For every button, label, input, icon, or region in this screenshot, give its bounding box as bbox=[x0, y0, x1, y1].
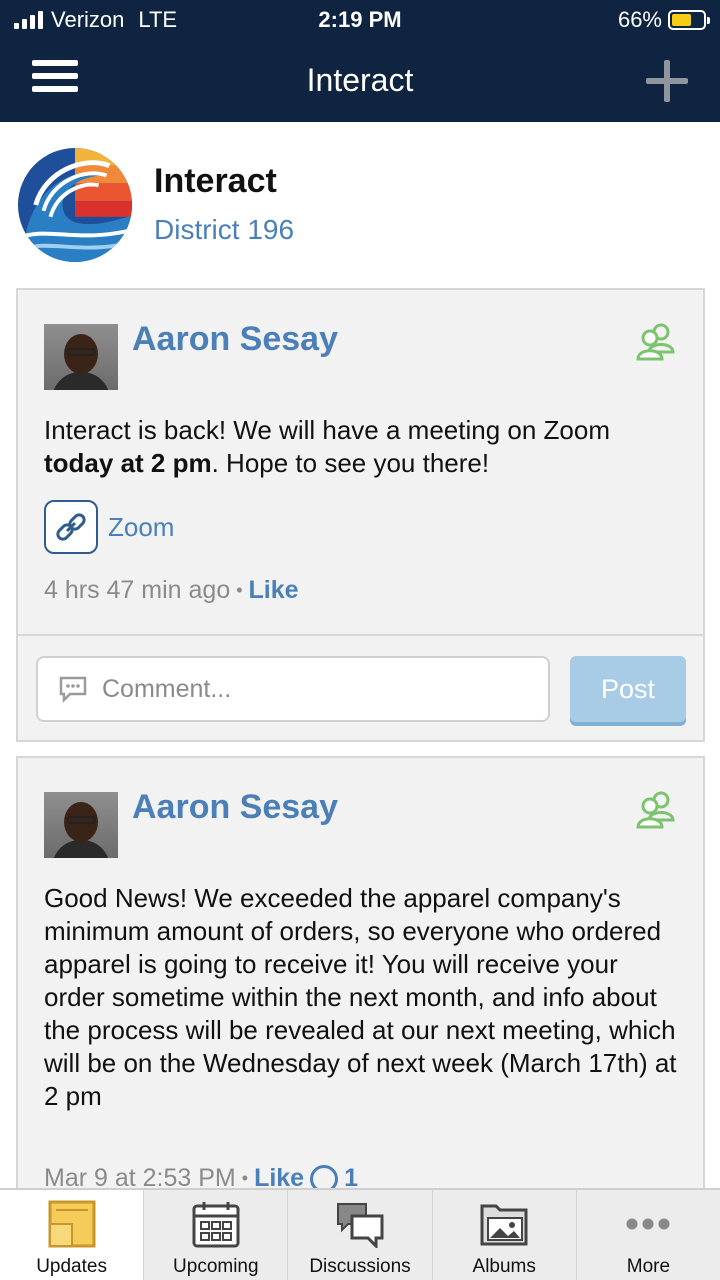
link-icon bbox=[44, 500, 98, 554]
nav-bar: Interact bbox=[0, 40, 720, 122]
tab-label: Discussions bbox=[309, 1256, 411, 1277]
status-bar: Verizon LTE 2:19 PM 66% bbox=[0, 0, 720, 40]
comment-placeholder: Comment... bbox=[102, 674, 232, 703]
group-name: Interact bbox=[154, 162, 277, 200]
tab-label: Updates bbox=[36, 1256, 107, 1277]
post-author[interactable]: Aaron Sesay bbox=[132, 320, 338, 359]
tab-updates[interactable]: Updates bbox=[0, 1190, 144, 1280]
comment-icon bbox=[59, 676, 87, 703]
members-icon[interactable] bbox=[635, 788, 677, 830]
tab-bar: Updates Upcoming Discussions Albums More bbox=[0, 1188, 720, 1280]
post-time: 4 hrs 47 min ago bbox=[44, 576, 231, 604]
group-logo[interactable] bbox=[16, 146, 134, 264]
link-attachment[interactable]: Zoom bbox=[44, 500, 174, 554]
calendar-icon bbox=[192, 1202, 240, 1248]
clock: 2:19 PM bbox=[318, 7, 402, 32]
post-body: Good News! We exceeded the apparel compa… bbox=[44, 883, 677, 1111]
battery-icon bbox=[668, 10, 710, 30]
link-label: Zoom bbox=[108, 511, 175, 542]
post-author[interactable]: Aaron Sesay bbox=[132, 788, 338, 827]
tab-discussions[interactable]: Discussions bbox=[287, 1190, 431, 1280]
battery-percent: 66% bbox=[617, 7, 662, 32]
tab-label: More bbox=[626, 1256, 671, 1277]
avatar[interactable] bbox=[44, 324, 118, 390]
avatar[interactable] bbox=[44, 792, 118, 858]
battery-status: 66% bbox=[617, 7, 710, 33]
add-icon[interactable] bbox=[644, 58, 690, 104]
updates-icon bbox=[48, 1200, 96, 1248]
group-subtitle[interactable]: District 196 bbox=[154, 214, 294, 246]
post-meta: 4 hrs 47 min ago • Like bbox=[44, 576, 299, 605]
members-icon[interactable] bbox=[635, 320, 677, 362]
post-card: Aaron Sesay Interact is back! We will ha… bbox=[16, 288, 705, 742]
more-icon bbox=[626, 1218, 670, 1230]
tab-label: Upcoming bbox=[173, 1256, 259, 1277]
divider bbox=[18, 634, 703, 636]
comment-input[interactable]: Comment... bbox=[36, 656, 550, 722]
tab-albums[interactable]: Albums bbox=[431, 1190, 576, 1280]
like-button[interactable]: Like bbox=[249, 576, 299, 605]
nav-title: Interact bbox=[306, 62, 414, 98]
post-button[interactable]: Post bbox=[570, 656, 686, 722]
tab-label: Albums bbox=[472, 1256, 536, 1277]
tab-more[interactable]: More bbox=[575, 1190, 720, 1280]
group-header: Interact District 196 bbox=[0, 122, 720, 282]
discussions-icon bbox=[337, 1203, 384, 1248]
post-card: Aaron Sesay Good News! We exceeded the a… bbox=[16, 756, 705, 1206]
post-body: Interact is back! We will have a meeting… bbox=[44, 415, 610, 478]
tab-upcoming[interactable]: Upcoming bbox=[143, 1190, 287, 1280]
post-bold-text: today at 2 pm bbox=[44, 448, 212, 478]
albums-icon bbox=[480, 1204, 528, 1246]
